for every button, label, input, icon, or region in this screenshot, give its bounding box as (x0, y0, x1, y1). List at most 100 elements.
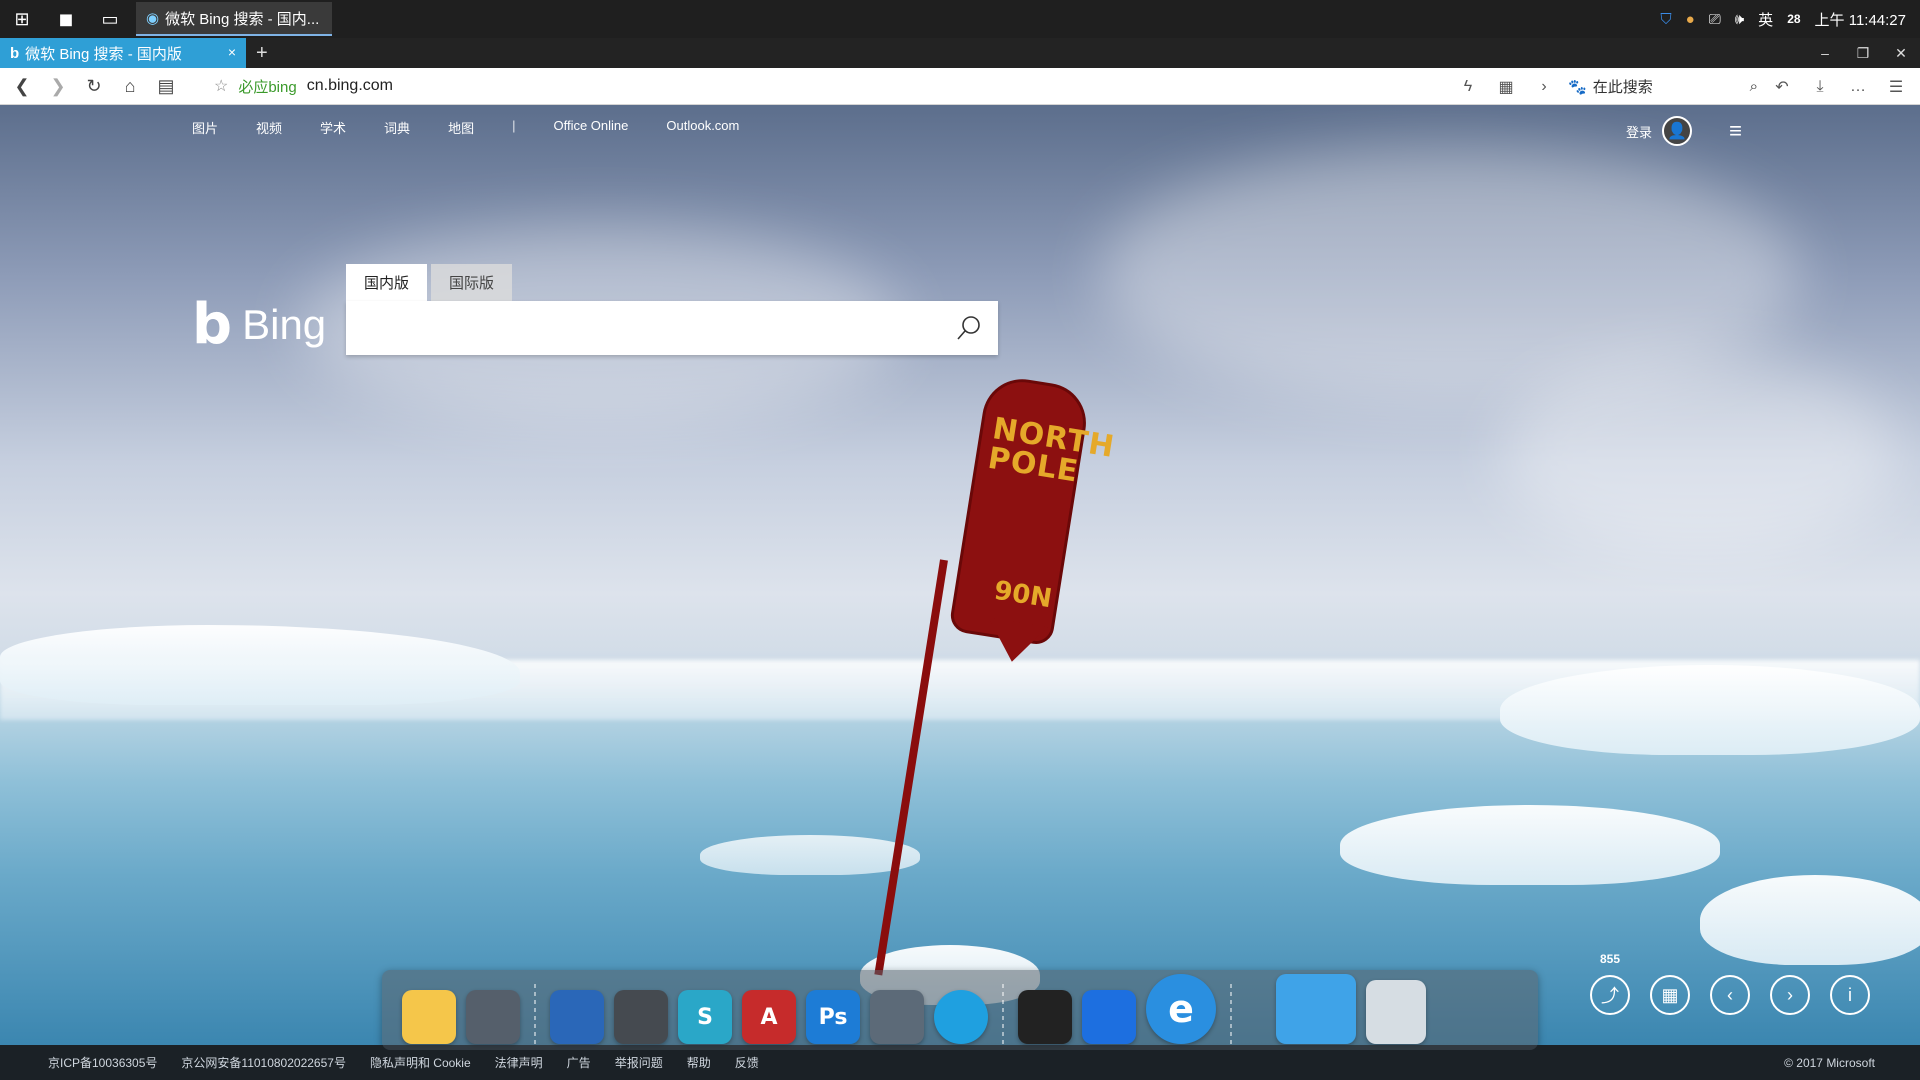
url-text[interactable]: cn.bing.com (307, 77, 393, 95)
login-label[interactable]: 登录 (1626, 122, 1652, 141)
nav-office-online[interactable]: Office Online (553, 118, 628, 137)
next-image-icon[interactable]: › (1770, 975, 1810, 1015)
chat-icon[interactable]: ◼ (44, 0, 88, 38)
previous-image-icon[interactable]: ‹ (1710, 975, 1750, 1015)
dock-separator (1002, 984, 1004, 1044)
new-tab-button[interactable]: + (256, 42, 268, 65)
site-identity-label: 必应bing (238, 78, 297, 96)
menu-icon[interactable]: ☰ (1882, 77, 1910, 97)
recycle-bin-icon[interactable] (1366, 980, 1426, 1044)
footer-help[interactable]: 帮助 (687, 1054, 711, 1071)
footer-feedback[interactable]: 反馈 (735, 1054, 759, 1071)
login-area[interactable]: 登录 👤 (1626, 116, 1692, 146)
search-engine-box[interactable]: 🐾 在此搜索 ⌕ (1568, 74, 1758, 100)
nav-academic[interactable]: 学术 (320, 118, 346, 137)
bing-footer: 京ICP备10036305号 京公网安备11010802022657号 隐私声明… (0, 1045, 1920, 1080)
tab-title: 微软 Bing 搜索 - 国内版 (25, 45, 182, 63)
bookmark-star-icon[interactable]: ☆ (214, 76, 228, 96)
search-icon[interactable] (954, 313, 984, 343)
more-icon[interactable]: … (1844, 78, 1872, 96)
dark-app-icon[interactable] (614, 990, 668, 1044)
avatar[interactable]: 👤 (1662, 116, 1692, 146)
nav-dictionary[interactable]: 词典 (384, 118, 410, 137)
search-input[interactable] (358, 311, 948, 345)
system-settings-icon[interactable] (466, 990, 520, 1044)
windows-start-icon[interactable]: ⊞ (0, 0, 44, 38)
remote-desktop-icon[interactable] (550, 990, 604, 1044)
3dsmax-icon[interactable]: S (678, 990, 732, 1044)
info-icon[interactable]: i (1830, 975, 1870, 1015)
share-icon[interactable]: ⤴ (1590, 975, 1630, 1015)
dock-separator (534, 984, 536, 1044)
nav-videos[interactable]: 视频 (256, 118, 282, 137)
nav-separator: | (512, 118, 516, 133)
footer-police[interactable]: 京公网安备11010802022657号 (181, 1054, 346, 1071)
computer-icon[interactable] (1276, 974, 1356, 1044)
bing-search-box (346, 301, 998, 355)
back-button[interactable]: ❮ (4, 68, 40, 104)
server-manager-icon[interactable] (870, 990, 924, 1044)
footer-legal[interactable]: 法律声明 (495, 1054, 543, 1071)
footer-privacy[interactable]: 隐私声明和 Cookie (370, 1054, 471, 1071)
badge-count[interactable]: 28 (1787, 12, 1800, 26)
browser-icon[interactable] (934, 990, 988, 1044)
chevron-right-icon[interactable]: › (1530, 78, 1558, 96)
close-window-button[interactable]: ✕ (1882, 38, 1920, 68)
address-bar: ❮ ❯ ↻ ⌂ ▤ ☆ 必应bing cn.bing.com ϟ ▦ › 🐾 在… (0, 68, 1920, 105)
dock-separator (1230, 984, 1232, 1044)
system-tray: ⛉ ● ⎚ 🕪 英 28 上午 11:44:27 (1660, 0, 1920, 38)
file-explorer-icon[interactable] (402, 990, 456, 1044)
nav-maps[interactable]: 地图 (448, 118, 474, 137)
reload-button[interactable]: ↻ (76, 68, 112, 104)
shield-tray-icon[interactable]: ⛉ (1660, 11, 1671, 28)
footer-icp[interactable]: 京ICP备10036305号 (48, 1054, 157, 1071)
qr-code-icon[interactable]: ▦ (1650, 975, 1690, 1015)
forward-button[interactable]: ❯ (40, 68, 76, 104)
taskbar-browser-task[interactable]: ◉ 微软 Bing 搜索 - 国内... (136, 2, 332, 36)
footer-ads[interactable]: 广告 (567, 1054, 591, 1071)
browser-tab-active[interactable]: b 微软 Bing 搜索 - 国内版 × (0, 38, 246, 68)
task-view-icon[interactable]: ▭ (88, 0, 132, 38)
bing-b-icon: b (192, 292, 233, 357)
volume-icon[interactable]: 🕪 (1735, 11, 1744, 28)
nav-outlook[interactable]: Outlook.com (666, 118, 739, 137)
image-count: 855 (1600, 952, 1621, 966)
qr-icon[interactable]: ▦ (1492, 77, 1520, 97)
window-controls: – ❐ ✕ (1806, 38, 1920, 68)
app-dock: S A Ps e (382, 970, 1538, 1050)
home-button[interactable]: ⌂ (112, 68, 148, 104)
bing-logo[interactable]: b Bing (192, 292, 326, 357)
url-field[interactable]: ☆ 必应bing cn.bing.com (214, 76, 393, 97)
minimize-button[interactable]: – (1806, 38, 1844, 68)
undo-icon[interactable]: ↶ (1768, 77, 1796, 97)
bing-nav: 图片 视频 学术 词典 地图 | Office Online Outlook.c… (192, 118, 739, 137)
qq-icon[interactable] (1018, 990, 1072, 1044)
nav-images[interactable]: 图片 (192, 118, 218, 137)
image-controls: ⤴ ▦ ‹ › i (1590, 975, 1870, 1015)
restore-button[interactable]: ❐ (1844, 38, 1882, 68)
autocad-ws-icon[interactable]: A (742, 990, 796, 1044)
browser-task-icon: ◉ (146, 10, 160, 27)
search-engine-icon[interactable]: ⌕ (1750, 78, 1758, 95)
footer-links: 京ICP备10036305号 京公网安备11010802022657号 隐私声明… (48, 1054, 759, 1071)
browser-tab-strip: b 微软 Bing 搜索 - 国内版 × + – ❐ ✕ (0, 38, 1920, 68)
footer-report[interactable]: 举报问题 (615, 1054, 663, 1071)
network-icon[interactable]: ⎚ (1709, 11, 1721, 28)
download-icon[interactable]: ⤓ (1806, 78, 1834, 96)
lightning-icon[interactable]: ϟ (1454, 78, 1482, 96)
tab-international[interactable]: 国际版 (431, 264, 513, 301)
baidu-paw-icon[interactable]: 🐾 (1568, 78, 1587, 96)
language-indicator[interactable]: 英 (1758, 9, 1773, 30)
bing-favicon-icon: b (10, 44, 20, 62)
tab-domestic[interactable]: 国内版 (346, 264, 428, 301)
tab-close-icon[interactable]: × (228, 44, 236, 60)
clock[interactable]: 上午 11:44:27 (1815, 9, 1906, 30)
ball-tray-icon[interactable]: ● (1686, 11, 1695, 28)
reading-mode-button[interactable]: ▤ (148, 68, 184, 104)
photoshop-icon[interactable]: Ps (806, 990, 860, 1044)
ie-icon[interactable]: e (1146, 974, 1216, 1044)
user-icon: 👤 (1667, 123, 1687, 140)
os-taskbar: ⊞ ◼ ▭ ◉ 微软 Bing 搜索 - 国内... ⛉ ● ⎚ 🕪 英 28 … (0, 0, 1920, 38)
feishu-icon[interactable] (1082, 990, 1136, 1044)
bing-menu-icon[interactable]: ≡ (1729, 118, 1742, 144)
